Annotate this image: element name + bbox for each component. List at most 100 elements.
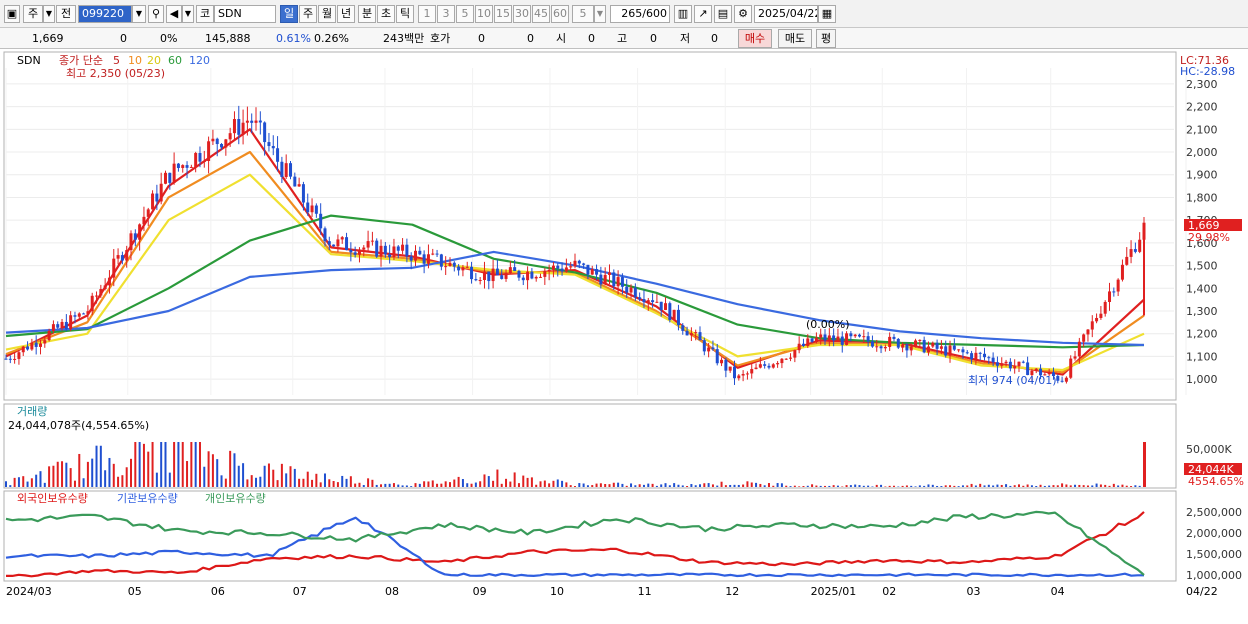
candle-body <box>927 346 930 352</box>
candle-body <box>517 271 520 278</box>
interval-15-button[interactable]: 15 <box>494 5 512 23</box>
candle-body <box>716 349 719 363</box>
volume-bar <box>492 481 494 487</box>
volume-bar <box>1035 486 1037 487</box>
candle-body <box>367 241 370 247</box>
calendar-icon[interactable]: ▦ <box>818 5 836 23</box>
candle-body <box>750 369 753 373</box>
stock-label[interactable]: SDN <box>17 54 41 67</box>
volume-bar <box>880 485 882 487</box>
volume-bar <box>384 484 386 487</box>
speaker-icon[interactable]: ◀ <box>166 5 182 23</box>
candle-body <box>246 121 249 123</box>
interval-3-button[interactable]: 3 <box>437 5 455 23</box>
buy-button[interactable]: 매수 <box>738 29 772 48</box>
candle-body <box>448 263 451 266</box>
candle-body <box>427 254 430 263</box>
ma-label: 종가 단순 <box>59 54 103 67</box>
candle-body <box>138 224 141 239</box>
high-label: 고 <box>617 31 627 47</box>
candle-type-icon[interactable]: ▥ <box>674 5 692 23</box>
timeframe-year-tab[interactable]: 년 <box>337 5 355 23</box>
candle-body <box>630 288 633 293</box>
volume-bar <box>1087 485 1089 487</box>
period-dropdown-icon[interactable]: ▼ <box>43 5 55 23</box>
candle-body <box>918 340 921 341</box>
volume-bar <box>979 484 981 487</box>
candle-body <box>686 331 689 336</box>
interval-45-button[interactable]: 45 <box>532 5 550 23</box>
interval-select[interactable]: 5 <box>572 5 594 23</box>
save-icon[interactable]: ▤ <box>714 5 732 23</box>
volume-bar <box>156 473 158 487</box>
volume-bar <box>298 479 300 487</box>
volume-bar <box>294 469 296 487</box>
timeframe-minute-tab[interactable]: 분 <box>358 5 376 23</box>
interval-dropdown-icon[interactable]: ▼ <box>594 5 606 23</box>
volume-bar <box>229 451 231 487</box>
volume-bar <box>427 481 429 487</box>
interval-1-button[interactable]: 1 <box>418 5 436 23</box>
period-select[interactable]: 주 <box>23 5 43 23</box>
volume-bar <box>22 476 24 487</box>
count-field[interactable]: 265/600 <box>610 5 670 23</box>
volume-bar <box>307 472 309 487</box>
volume-bar <box>406 485 408 487</box>
stock-name-field[interactable]: SDN <box>214 5 276 23</box>
candle-body <box>608 272 611 274</box>
x-tick-label: 05 <box>128 585 142 598</box>
stock-code-input[interactable]: 099220 <box>78 5 132 23</box>
volume-bar <box>203 467 205 487</box>
volume-bar <box>570 485 572 487</box>
candle-body <box>811 338 814 341</box>
volume-bar <box>337 482 339 487</box>
timeframe-tick-tab[interactable]: 틱 <box>396 5 414 23</box>
code-dropdown-icon[interactable]: ▼ <box>132 5 146 23</box>
prev-button[interactable]: 전 <box>56 5 76 23</box>
candle-body <box>845 333 848 345</box>
market-select[interactable]: 코 <box>196 5 214 23</box>
sell-button[interactable]: 매도 <box>778 29 812 48</box>
timeframe-week-tab[interactable]: 주 <box>299 5 317 23</box>
candle-body <box>500 275 503 279</box>
candle-body <box>121 255 124 260</box>
indicator-icon[interactable]: ↗ <box>694 5 712 23</box>
candle-body <box>52 324 55 331</box>
candle-body <box>293 177 296 187</box>
volume-bar <box>173 442 175 487</box>
timeframe-second-tab[interactable]: 초 <box>377 5 395 23</box>
candle-body <box>388 254 391 257</box>
price-tick-label: 1,400 <box>1186 282 1218 295</box>
interval-60-button[interactable]: 60 <box>551 5 569 23</box>
volume-bar <box>630 483 632 487</box>
candle-body <box>349 250 352 252</box>
speaker-dropdown-icon[interactable]: ▼ <box>182 5 194 23</box>
timeframe-day-tab[interactable]: 일 <box>280 5 298 23</box>
volume-bar <box>52 466 54 487</box>
volume-bar <box>915 486 917 487</box>
timeframe-month-tab[interactable]: 월 <box>318 5 336 23</box>
interval-10-button[interactable]: 10 <box>475 5 493 23</box>
window-layout-icon[interactable]: ▣ <box>4 5 20 23</box>
volume-bar <box>393 483 395 487</box>
gear-icon[interactable]: ⚙ <box>734 5 752 23</box>
volume-bar <box>147 452 149 487</box>
volume-bar <box>824 486 826 487</box>
candle-body <box>457 267 460 271</box>
volume-bar <box>893 486 895 487</box>
candle-body <box>160 184 163 202</box>
candle-body <box>1069 359 1072 378</box>
interval-30-button[interactable]: 30 <box>513 5 531 23</box>
avg-button[interactable]: 평 <box>816 29 836 48</box>
date-field[interactable]: 2025/04/22 <box>754 5 818 23</box>
chart-canvas[interactable]: 1,0001,1001,2001,3001,4001,5001,6001,700… <box>0 50 1248 621</box>
volume-bar <box>39 471 41 487</box>
interval-5-button[interactable]: 5 <box>456 5 474 23</box>
volume-bar <box>988 485 990 487</box>
search-icon[interactable]: ⚲ <box>148 5 164 23</box>
volume-bar <box>1121 485 1123 487</box>
candle-body <box>99 289 102 296</box>
candle-body <box>48 331 51 340</box>
volume-bar <box>846 485 848 487</box>
volume-bar <box>902 486 904 487</box>
